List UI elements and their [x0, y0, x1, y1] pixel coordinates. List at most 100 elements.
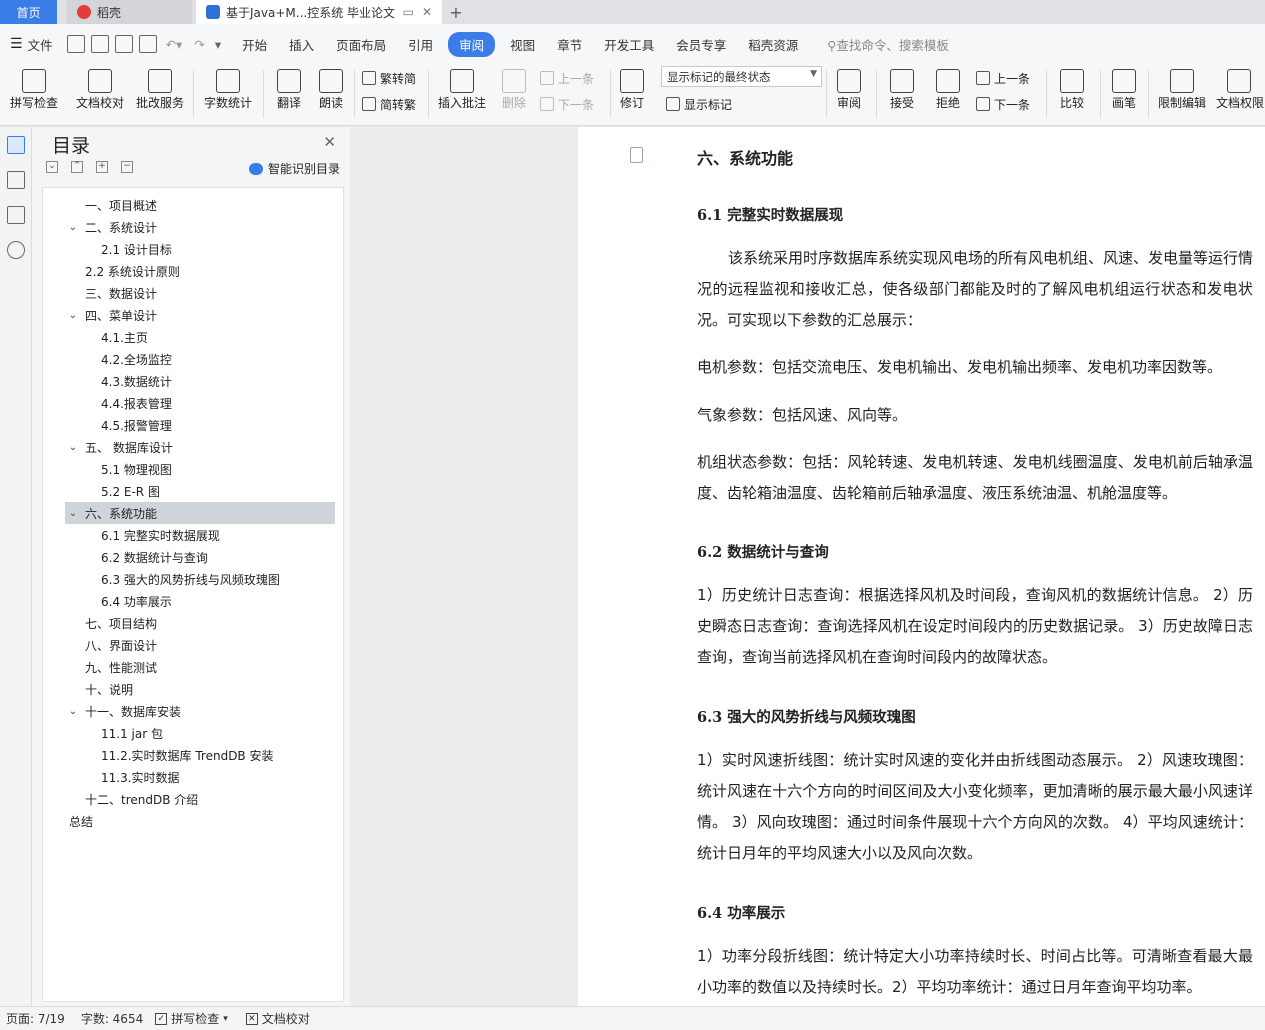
word-count-button[interactable]: 字数统计: [200, 64, 256, 124]
tab-daoke[interactable]: 稻壳: [67, 0, 192, 24]
toc-item[interactable]: 八、界面设计: [43, 634, 343, 656]
menu-page-layout[interactable]: 页面布局: [325, 35, 397, 54]
print-icon[interactable]: [114, 35, 133, 53]
toc-panel-icon[interactable]: [7, 136, 25, 154]
window-mode-icon[interactable]: ▭: [403, 5, 414, 19]
toc-item[interactable]: 2.1 设计目标: [43, 238, 343, 260]
menu-references[interactable]: 引用: [397, 35, 444, 54]
tab-home[interactable]: 首页: [0, 0, 57, 24]
menu-daoke-resources[interactable]: 稻壳资源: [737, 35, 809, 54]
toc-item[interactable]: ⌄ 四、菜单设计: [43, 304, 343, 326]
bookmark-icon[interactable]: [7, 206, 25, 224]
revise-service-button[interactable]: 批改服务: [132, 64, 188, 124]
toc-item[interactable]: 4.1.主页: [43, 326, 343, 348]
toc-item[interactable]: 6.1 完整实时数据展现: [43, 524, 343, 546]
accept-button[interactable]: 接受: [882, 64, 922, 124]
toc-item[interactable]: 九、性能测试: [43, 656, 343, 678]
page-options-icon[interactable]: [630, 147, 643, 163]
show-markup-button[interactable]: 显示标记: [666, 93, 732, 115]
next-change-button[interactable]: 下一条: [976, 93, 1030, 115]
menu-view[interactable]: 视图: [499, 35, 546, 54]
prev-comment-button[interactable]: 上一条: [540, 67, 594, 89]
menu-chapter[interactable]: 章节: [546, 35, 593, 54]
translate-button[interactable]: 翻译: [268, 64, 310, 124]
track-changes-button[interactable]: 修订: [614, 64, 650, 124]
spell-check-button[interactable]: 拼写检查: [4, 64, 64, 124]
to-simplified-button[interactable]: 简转繁: [362, 93, 416, 115]
chevron-down-icon[interactable]: ⌄: [67, 222, 79, 233]
markup-mode-select[interactable]: 显示标记的最终状态 ▼: [661, 66, 822, 87]
next-comment-button[interactable]: 下一条: [540, 93, 594, 115]
delete-comment-button[interactable]: 删除: [494, 64, 534, 124]
menu-start[interactable]: 开始: [231, 35, 278, 54]
status-spell-check[interactable]: ✓ 拼写检查 ▾: [149, 1010, 234, 1027]
toc-item[interactable]: 十、说明: [43, 678, 343, 700]
quick-access-dropdown-icon[interactable]: ▾: [215, 37, 221, 52]
doc-permission-button[interactable]: 文档权限: [1212, 64, 1265, 124]
toc-item[interactable]: 十二、trendDB 介绍: [43, 788, 343, 810]
status-proof[interactable]: ✕ 文档校对: [240, 1010, 316, 1027]
chevron-down-icon[interactable]: ⌄: [67, 310, 79, 321]
redo-icon[interactable]: ↷: [194, 37, 204, 52]
toc-item[interactable]: ⌄ 二、系统设计: [43, 216, 343, 238]
toc-item[interactable]: 一、项目概述: [43, 194, 343, 216]
menu-member[interactable]: 会员专享: [665, 35, 737, 54]
toc-item[interactable]: ⌄ 六、系统功能: [65, 502, 335, 524]
doc-proof-button[interactable]: 文档校对: [72, 64, 128, 124]
menu-file[interactable]: 文件: [23, 35, 64, 54]
restrict-editing-button[interactable]: 限制编辑: [1154, 64, 1210, 124]
page-indicator[interactable]: 页面: 7/19: [0, 1010, 71, 1027]
review-pane-button[interactable]: 审阅: [830, 64, 868, 124]
read-aloud-button[interactable]: 朗读: [314, 64, 348, 124]
toc-item[interactable]: 5.2 E-R 图: [43, 480, 343, 502]
toc-item[interactable]: 七、项目结构: [43, 612, 343, 634]
toc-item[interactable]: 总结: [43, 810, 343, 832]
undo-icon[interactable]: ↶▾: [166, 37, 183, 52]
toc-item[interactable]: 6.4 功率展示: [43, 590, 343, 612]
chevron-down-icon[interactable]: ⌄: [67, 508, 79, 519]
toc-item[interactable]: 三、数据设计: [43, 282, 343, 304]
add-heading-icon[interactable]: +: [96, 161, 108, 173]
toc-item[interactable]: 4.3.数据统计: [43, 370, 343, 392]
compare-button[interactable]: 比较: [1052, 64, 1092, 124]
chevron-down-icon[interactable]: ⌄: [67, 442, 79, 453]
close-icon[interactable]: ✕: [323, 133, 336, 151]
hamburger-icon[interactable]: ☰: [10, 36, 23, 52]
smart-toc-button[interactable]: 智能识别目录: [248, 160, 340, 177]
toc-item[interactable]: 2.2 系统设计原则: [43, 260, 343, 282]
save-icon[interactable]: [66, 35, 85, 53]
toc-item[interactable]: 5.1 物理视图: [43, 458, 343, 480]
toc-item[interactable]: 11.2.实时数据库 TrendDB 安装: [43, 744, 343, 766]
reject-button[interactable]: 拒绝: [928, 64, 968, 124]
pen-button[interactable]: 画笔: [1106, 64, 1142, 124]
toc-item[interactable]: 11.3.实时数据: [43, 766, 343, 788]
toc-item[interactable]: 4.2.全场监控: [43, 348, 343, 370]
toc-item[interactable]: ⌄ 五、 数据库设计: [43, 436, 343, 458]
insert-comment-button[interactable]: 插入批注: [434, 64, 490, 124]
menu-review[interactable]: 审阅: [448, 31, 496, 57]
to-traditional-button[interactable]: 繁转简: [362, 67, 416, 89]
close-tab-icon[interactable]: ✕: [422, 5, 432, 19]
print-preview-icon[interactable]: [138, 35, 157, 53]
toc-item[interactable]: 4.4.报表管理: [43, 392, 343, 414]
remove-heading-icon[interactable]: −: [121, 161, 133, 173]
new-tab-button[interactable]: +: [442, 0, 470, 24]
expand-all-icon[interactable]: ⌄: [46, 161, 58, 173]
toc-item[interactable]: 6.2 数据统计与查询: [43, 546, 343, 568]
export-pdf-icon[interactable]: [90, 35, 109, 53]
tab-document[interactable]: 基于Java+M...控系统 毕业论文 ▭ ✕: [196, 0, 442, 24]
find-icon[interactable]: [7, 241, 25, 259]
menu-developer[interactable]: 开发工具: [593, 35, 665, 54]
prev-change-button[interactable]: 上一条: [976, 67, 1030, 89]
chevron-down-icon[interactable]: ⌄: [67, 706, 79, 717]
collapse-all-icon[interactable]: ⌃: [71, 161, 83, 173]
document-page[interactable]: 六、系统功能 6.1 完整实时数据展现 该系统采用时序数据库系统实现风电场的所有…: [578, 127, 1265, 1006]
command-search[interactable]: ⚲查找命令、搜索模板: [827, 35, 949, 54]
navigation-icon[interactable]: [7, 171, 25, 189]
word-count-indicator[interactable]: 字数: 4654: [75, 1010, 149, 1027]
toc-item[interactable]: 6.3 强大的风势折线与风频玫瑰图: [43, 568, 343, 590]
menu-insert[interactable]: 插入: [278, 35, 325, 54]
toc-item[interactable]: 11.1 jar 包: [43, 722, 343, 744]
toc-item[interactable]: ⌄ 十一、数据库安装: [43, 700, 343, 722]
toc-item[interactable]: 4.5.报警管理: [43, 414, 343, 436]
